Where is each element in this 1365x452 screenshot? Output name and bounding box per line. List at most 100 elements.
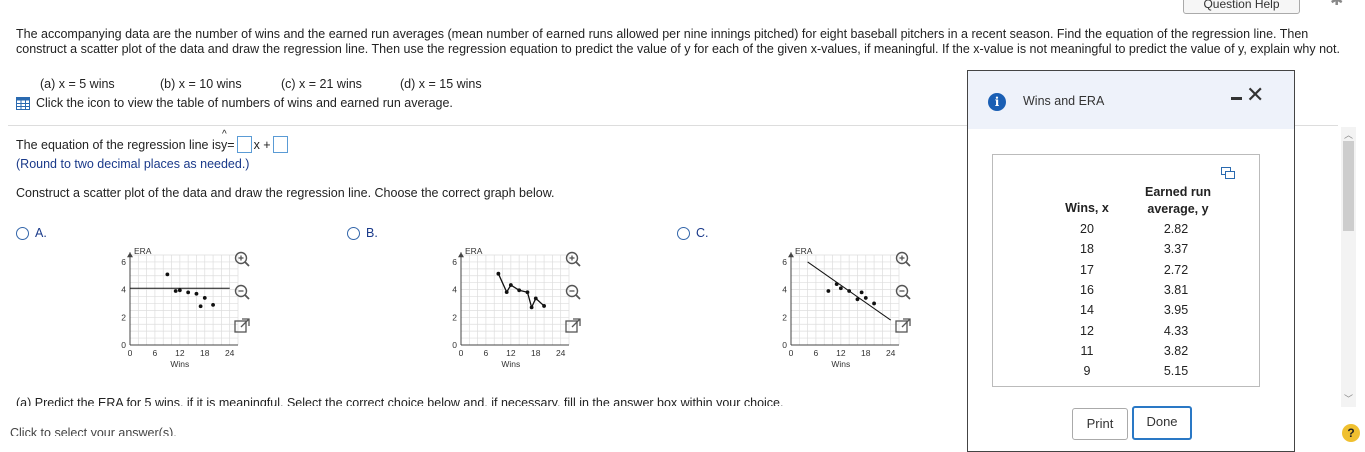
cell-wins: 18 (1080, 242, 1094, 257)
data-point (525, 290, 530, 295)
part-d: (d) x = 15 wins (400, 77, 482, 91)
popout-icon[interactable] (232, 316, 252, 336)
x-axis-label: Wins (831, 359, 850, 369)
regression-prefix: The equation of the regression line is (16, 137, 221, 152)
x-tick-label: 0 (789, 348, 794, 358)
zoom-out-icon[interactable] (232, 283, 252, 303)
cell-era: 3.95 (1163, 303, 1189, 318)
y-hat: ^ y (221, 128, 228, 152)
x-tick-label: 12 (836, 348, 846, 358)
y-tick-label: 2 (121, 312, 126, 322)
x-plus: x + (253, 137, 271, 152)
scatter-graph: ERA 6 4 2 00 6 12 18 24 Wins (452, 246, 570, 369)
x-tick-label: 12 (506, 348, 516, 358)
intercept-input[interactable] (272, 136, 288, 153)
cell-era: 5.15 (1163, 364, 1189, 379)
x-tick-label: 0 (459, 348, 464, 358)
cell-era: 3.81 (1163, 282, 1189, 297)
table-icon[interactable] (16, 96, 30, 110)
data-point (517, 288, 522, 293)
slope-input[interactable] (236, 136, 252, 153)
cell-wins: 16 (1080, 282, 1094, 297)
data-point (165, 272, 170, 277)
problem-text: The accompanying data are the number of … (16, 27, 1340, 56)
data-point (838, 286, 843, 291)
y-axis-label: ERA (465, 246, 483, 256)
scroll-down-icon[interactable]: ﹀ (1344, 392, 1353, 405)
y-tick-label: 4 (121, 285, 126, 295)
y-tick-label: 6 (782, 257, 787, 267)
help-icon[interactable]: ? (1342, 424, 1360, 442)
col-era-header-2: average, y (1147, 202, 1209, 216)
scatter-prompt: Construct a scatter plot of the data and… (16, 186, 555, 200)
rounding-hint: (Round to two decimal places as needed.) (16, 157, 250, 171)
zoom-in-icon[interactable] (893, 250, 913, 270)
x-tick-label: 0 (128, 348, 133, 358)
data-point (177, 288, 182, 293)
cell-wins: 11 (1080, 343, 1094, 358)
done-button[interactable]: Done (1132, 406, 1192, 440)
zoom-out-icon[interactable] (893, 283, 913, 303)
data-point (194, 291, 199, 296)
data-point (834, 282, 839, 286)
question-help-button[interactable]: Question Help (1183, 0, 1300, 14)
radio-button[interactable] (347, 226, 360, 240)
cell-wins: 17 (1080, 262, 1094, 277)
option-label: B. (366, 226, 378, 240)
zoom-out-icon[interactable] (563, 283, 583, 303)
data-point (504, 290, 509, 295)
option-c[interactable]: C. (677, 226, 709, 240)
cell-era: 3.82 (1163, 343, 1189, 358)
option-label: A. (35, 226, 47, 240)
minimize-icon[interactable] (1231, 97, 1242, 100)
col-wins-header: Wins, x (1065, 201, 1109, 215)
y-tick-label: 2 (452, 312, 457, 322)
data-point (186, 290, 191, 295)
y-tick-label: 0 (452, 340, 457, 350)
x-tick-label: 24 (886, 348, 896, 358)
data-point (508, 283, 513, 287)
y-tick-label: 6 (121, 257, 126, 267)
cell-era: 2.82 (1163, 222, 1189, 236)
zoom-in-icon[interactable] (563, 250, 583, 270)
data-point (496, 271, 501, 276)
radio-button[interactable] (677, 226, 690, 240)
copy-icon[interactable] (1221, 167, 1235, 179)
option-a[interactable]: A. (16, 226, 47, 240)
connected-line (497, 273, 545, 310)
x-tick-label: 18 (200, 348, 210, 358)
scroll-up-icon[interactable]: ︿ (1344, 128, 1353, 141)
data-point (855, 297, 860, 302)
gear-icon[interactable]: ✱ (1330, 0, 1343, 10)
scatter-graph: ERA 6 4 2 00 6 12 18 24 Wins (782, 246, 900, 369)
x-tick-label: 6 (484, 348, 489, 358)
scrollbar-thumb[interactable] (1343, 141, 1354, 231)
print-button[interactable]: Print (1072, 408, 1128, 440)
data-point (198, 304, 203, 309)
regression-equation: The equation of the regression line is ^… (16, 128, 290, 153)
view-table-link[interactable]: Click the icon to view the table of numb… (16, 96, 453, 110)
option-b[interactable]: B. (347, 226, 378, 240)
data-point (859, 290, 864, 295)
x-axis-label: Wins (501, 359, 520, 369)
data-point (533, 296, 538, 301)
close-icon[interactable]: ✕ (1246, 84, 1264, 106)
part-b: (b) x = 10 wins (160, 77, 242, 91)
equals-sign: = (227, 137, 235, 152)
option-label: C. (696, 226, 709, 240)
cell-wins: 20 (1080, 222, 1094, 236)
dialog-title: Wins and ERA (1023, 94, 1105, 108)
zoom-in-icon[interactable] (232, 250, 252, 270)
y-tick-label: 0 (121, 340, 126, 350)
cell-wins: 14 (1080, 303, 1094, 318)
x-tick-label: 18 (531, 348, 541, 358)
popout-icon[interactable] (893, 316, 913, 336)
part-a-prompt: (a) Predict the ERA for 5 wins, if it is… (16, 396, 784, 406)
wins-era-dialog: i Wins and ERA ✕ Wins, x Earned run aver… (967, 70, 1295, 452)
cell-era: 2.72 (1163, 262, 1189, 277)
y-tick-label: 2 (782, 312, 787, 322)
popout-icon[interactable] (563, 316, 583, 336)
cell-era: 4.33 (1163, 323, 1189, 338)
radio-button[interactable] (16, 226, 29, 240)
x-tick-label: 18 (861, 348, 871, 358)
